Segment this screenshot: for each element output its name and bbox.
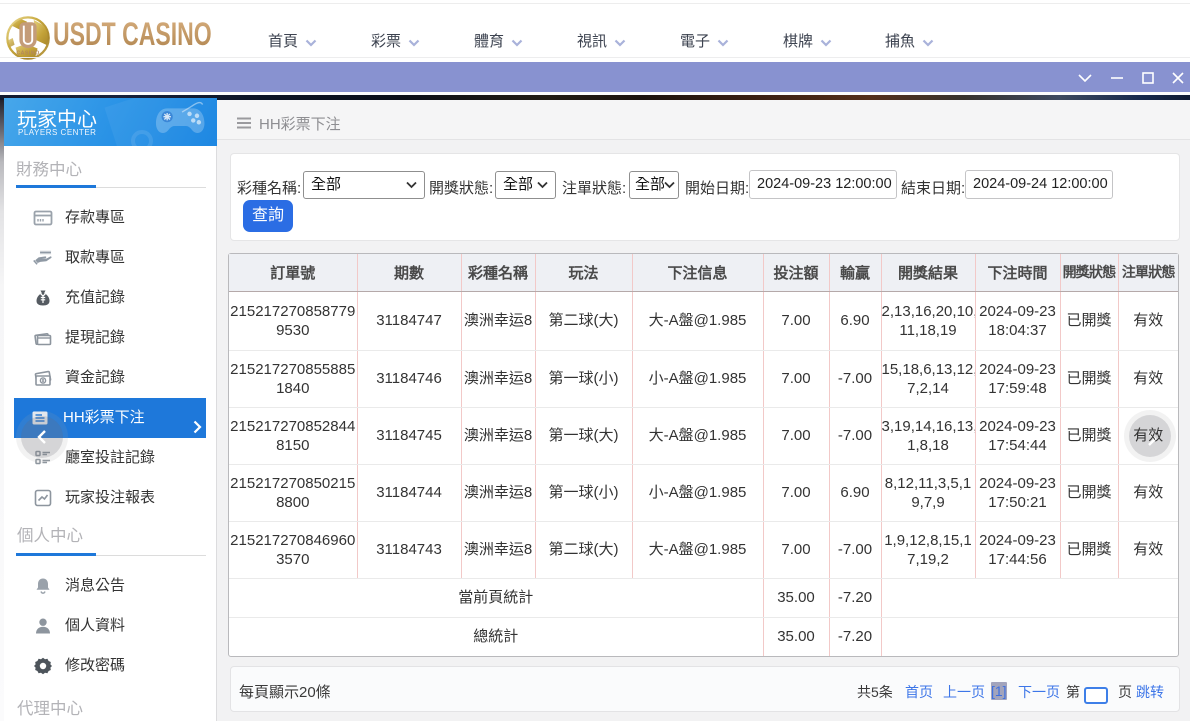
svg-text:CASINO: CASINO <box>16 51 39 57</box>
